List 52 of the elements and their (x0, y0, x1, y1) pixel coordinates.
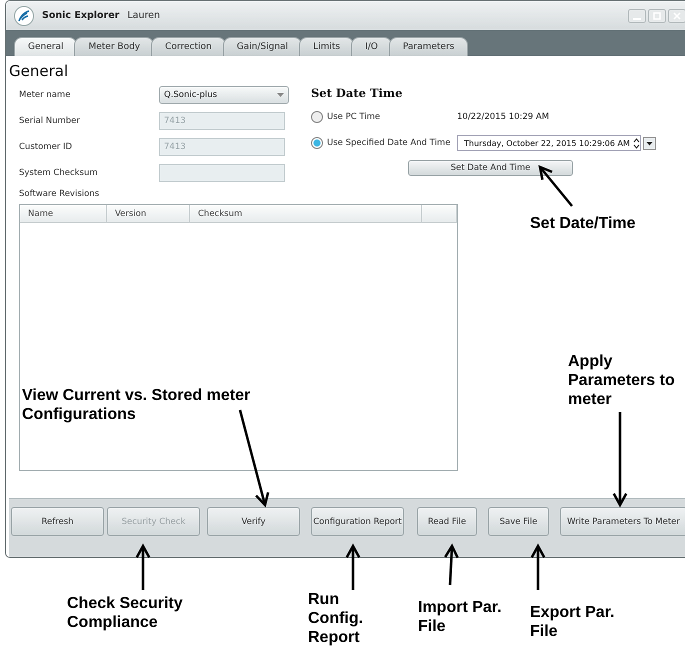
tab[interactable]: I/O (351, 37, 392, 56)
arrow (444, 543, 459, 586)
tab[interactable]: General (14, 37, 78, 56)
page-heading: General (9, 62, 70, 80)
window-title: Sonic Explorer (42, 10, 120, 21)
user-name: Lauren (127, 10, 160, 21)
column-header[interactable]: Version (107, 205, 190, 222)
arrow (346, 543, 360, 590)
radio-label: Use Specified Date And Time (327, 138, 452, 148)
radio-button[interactable] (311, 111, 323, 123)
logo-icon (14, 6, 34, 26)
callout-label: Run Config. Report (308, 590, 364, 647)
set-date-button[interactable]: Set Date And Time (408, 160, 573, 176)
field-label: System Checksum (19, 168, 99, 178)
caret-icon (277, 93, 284, 97)
action-button[interactable]: Save File (488, 507, 549, 536)
callout-label: Check Security Compliance (67, 594, 184, 632)
close-button[interactable] (668, 8, 685, 22)
callout-label: Set Date/Time (530, 214, 637, 233)
date-time-picker[interactable]: Thursday, October 22, 2015 10:29:06 AM (457, 135, 641, 151)
action-button[interactable]: Read File (417, 507, 477, 536)
minimize-button[interactable] (628, 8, 646, 22)
column-header[interactable]: Checksum (190, 205, 422, 222)
callout-label: Apply Parameters to meter (568, 352, 676, 409)
arrow (136, 543, 150, 590)
column-header[interactable]: Name (20, 205, 107, 222)
date-time-value: 10/22/2015 10:29 AM (457, 112, 550, 122)
action-button[interactable]: Refresh (11, 507, 104, 536)
radio-label: Use PC Time (327, 112, 382, 122)
meter-name-dropdown[interactable]: Q.Sonic-plus (159, 86, 289, 104)
field-label: Meter name (19, 90, 72, 100)
tab[interactable]: Correction (151, 37, 226, 56)
action-button[interactable]: Write Parameters To Meter (560, 507, 685, 536)
spinner-icon (632, 138, 640, 148)
tab[interactable]: Parameters (388, 37, 468, 56)
tab[interactable]: Limits (299, 37, 354, 56)
callout-label: Import Par. File (418, 598, 503, 636)
action-button[interactable]: Verify (207, 507, 300, 536)
maximize-button[interactable] (648, 8, 666, 22)
dropdown-button[interactable] (642, 136, 656, 150)
field-label: Customer ID (19, 142, 74, 152)
tab[interactable]: Gain/Signal (222, 37, 302, 56)
callout-label: View Current vs. Stored meter Configurations (22, 386, 252, 424)
action-button[interactable]: Configuration Report (311, 507, 404, 536)
callout-label: Export Par. File (530, 603, 616, 641)
section-title: Set Date Time (311, 86, 404, 100)
field-label: Serial Number (19, 116, 81, 126)
radio-button[interactable] (311, 137, 323, 149)
section-label: Software Revisions (19, 189, 100, 199)
arrow (530, 543, 546, 590)
arrow (538, 164, 573, 207)
tab[interactable]: Meter Body (74, 37, 154, 56)
